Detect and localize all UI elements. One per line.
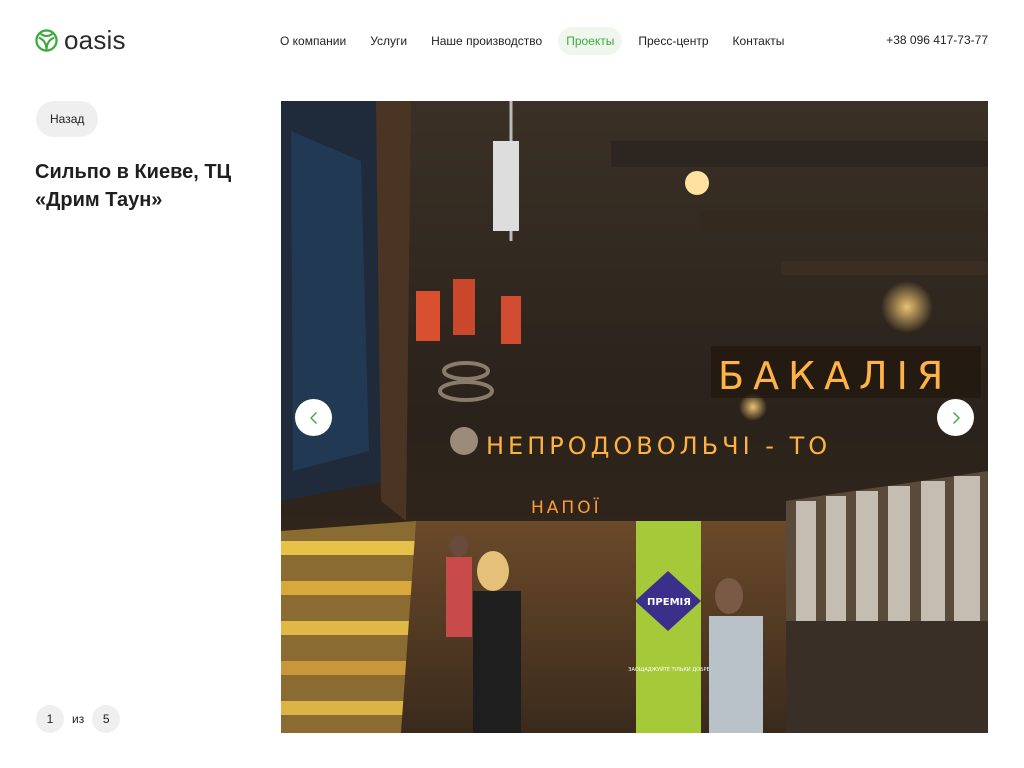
main-nav: О компании Услуги Наше производство Прое… [272,27,800,55]
phone-link[interactable]: +38 096 417-73-77 [886,33,988,47]
page-title: Сильпо в Киеве, ТЦ «Дрим Таун» [35,161,232,211]
logo-wordmark: oasis [64,25,126,55]
nav-item-production[interactable]: Наше производство [423,27,550,55]
oasis-logo-icon [35,28,58,52]
nav-item-about[interactable]: О компании [272,27,354,55]
project-photo-slider: БАКАЛІЯ НЕПРОДОВОЛЬЧІ - ТО НАПОЇ ПРЕМІЯ … [281,101,988,733]
logo[interactable]: oasis [35,27,126,53]
back-button[interactable]: Назад [36,101,99,137]
sign-neprodovolchi: НЕПРОДОВОЛЬЧІ - ТО [486,432,831,460]
sign-napoi: НАПОЇ [531,497,602,518]
slider-prev-button[interactable] [295,399,332,436]
nav-item-projects[interactable]: Проекты [558,27,623,55]
nav-item-services[interactable]: Услуги [362,27,415,55]
nav-item-contacts[interactable]: Контакты [725,27,793,55]
slide-counter-separator: из [72,712,85,726]
current-slide-number: 1 [36,705,64,733]
nav-item-press-center[interactable]: Пресс-центр [630,27,716,55]
banner-tagline: ЗАОЩАДЖУЙТЕ ТІЛЬКИ ДОБРЕ [628,666,709,673]
supermarket-photo: БАКАЛІЯ НЕПРОДОВОЛЬЧІ - ТО НАПОЇ ПРЕМІЯ … [281,101,988,733]
slide-counter: 1 из 5 [36,705,121,733]
chevron-right-icon [952,411,960,424]
chevron-left-icon [309,411,317,424]
banner-premiya: ПРЕМІЯ [647,597,691,608]
sign-bakaliya: БАКАЛІЯ [718,354,952,398]
slider-next-button[interactable] [937,399,974,436]
total-slides-number: 5 [92,705,121,733]
